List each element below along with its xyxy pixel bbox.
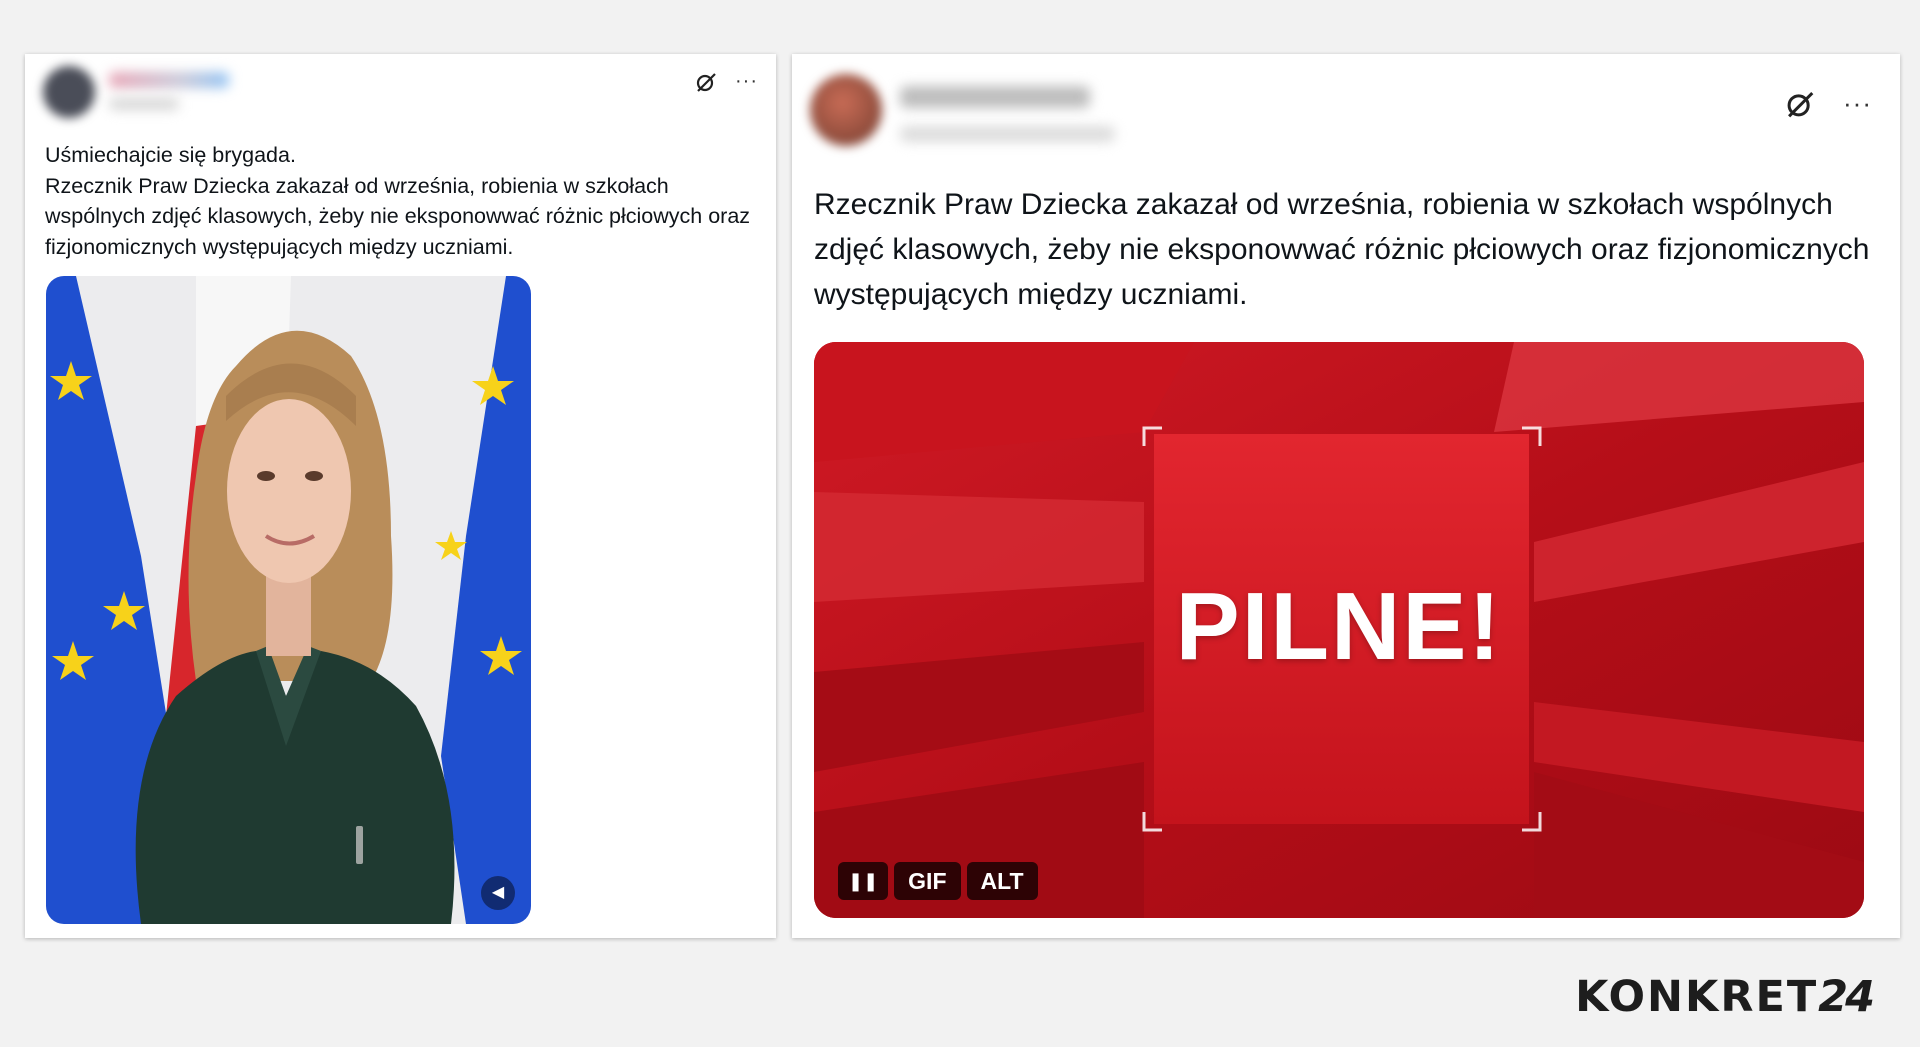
author-name-blurred[interactable] <box>109 72 229 88</box>
gif-badges: ❚❚ GIF ALT <box>838 862 1038 900</box>
author-avatar[interactable] <box>43 66 95 118</box>
post-text: Uśmiechajcie się brygada. Rzecznik Praw … <box>45 143 751 259</box>
post-actions: ··· <box>1785 88 1872 119</box>
photo-illustration <box>46 276 531 924</box>
grok-icon[interactable] <box>1785 89 1815 119</box>
more-options-icon[interactable]: ··· <box>1843 88 1872 119</box>
logo-word: KONKRET <box>1575 972 1819 1022</box>
sound-icon[interactable]: ◀ <box>481 876 515 910</box>
author-handle-blurred <box>900 126 1115 142</box>
post-actions: ··· <box>695 70 758 93</box>
pause-button[interactable]: ❚❚ <box>838 862 889 900</box>
post-video[interactable]: ◀ <box>46 276 531 924</box>
post-date-blurred <box>109 98 179 110</box>
grok-icon[interactable] <box>695 71 717 93</box>
konkret24-logo: KONKRET24 <box>1575 972 1875 1022</box>
logo-number: 24 <box>1818 972 1875 1022</box>
post-text: Rzecznik Praw Dziecka zakazał od wrześni… <box>814 188 1870 311</box>
post-gif[interactable]: PILNE! ❚❚ GIF ALT <box>814 342 1864 918</box>
author-name-blurred[interactable] <box>900 86 1090 108</box>
more-options-icon[interactable]: ··· <box>735 70 758 93</box>
gif-headline: PILNE! <box>1175 573 1503 680</box>
alt-badge[interactable]: ALT <box>966 862 1038 900</box>
gif-badge: GIF <box>894 862 961 900</box>
post-card-left: ··· Uśmiechajcie się brygada. Rzecznik P… <box>25 54 776 938</box>
post-card-right: ··· Rzecznik Praw Dziecka zakazał od wrz… <box>792 54 1900 938</box>
author-avatar[interactable] <box>810 74 882 146</box>
